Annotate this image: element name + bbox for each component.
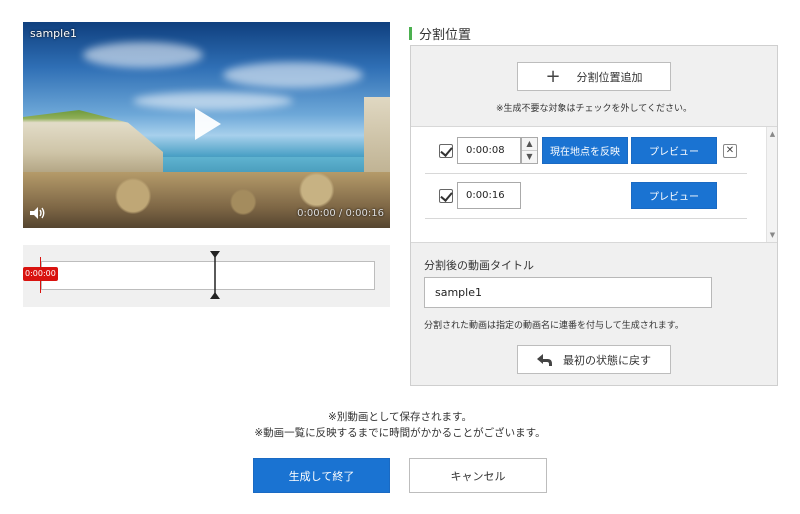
plus-icon: + [545,65,561,87]
split-time-field: 0:00:16 [457,182,521,209]
volume-icon[interactable] [29,206,47,220]
stepper-up-icon[interactable]: ▲ [522,138,537,151]
add-split-label: 分割位置追加 [576,70,643,84]
timeline-track[interactable] [41,261,375,290]
generate-and-finish-button[interactable]: 生成して終了 [253,458,390,493]
split-checkbox[interactable] [439,144,453,158]
reset-button[interactable]: 最初の状態に戻す [517,345,671,374]
uncheck-note: ※生成不要な対象はチェックを外してください。 [495,104,692,114]
scroll-down-icon[interactable]: ▼ [767,230,778,240]
heading-accent-bar [409,27,412,40]
preview-button[interactable]: プレビュー [631,182,717,209]
row-divider [425,218,747,219]
title-input[interactable] [424,277,712,308]
timeline[interactable]: 0:00:00 [23,245,390,307]
split-list: 0:00:08 ▲ ▼ 現在地点を反映 プレビュー ✕ 0:00:16 プレビュ… [411,126,777,243]
video-rocks [23,172,390,228]
reflect-current-button[interactable]: 現在地点を反映 [542,137,628,164]
footer-note-line: ※動画一覧に反映するまでに時間がかかることがございます。 [254,427,546,439]
split-panel: + 分割位置追加 ※生成不要な対象はチェックを外してください。 0:00:08 … [410,45,778,386]
title-note: 分割された動画は指定の動画名に連番を付与して生成されます。 [424,321,684,331]
split-section-heading: 分割位置 [409,24,471,43]
split-time-field[interactable]: 0:00:08 [457,137,521,164]
footer-note-line: ※別動画として保存されます。 [328,411,472,423]
video-label: sample1 [30,27,77,40]
preview-button[interactable]: プレビュー [631,137,717,164]
sky-decoration [83,42,203,68]
time-stepper[interactable]: ▲ ▼ [521,137,538,164]
split-row: 0:00:16 プレビュー [411,173,766,219]
list-scrollbar[interactable]: ▲ ▼ [766,127,777,242]
add-split-button[interactable]: + 分割位置追加 [517,62,671,91]
video-player[interactable]: sample1 0:00:00 / 0:00:16 [23,22,390,228]
reset-label: 最初の状態に戻す [563,353,651,367]
sky-decoration [223,62,363,88]
scroll-up-icon[interactable]: ▲ [767,129,778,139]
title-field-label: 分割後の動画タイトル [424,259,534,272]
split-row: 0:00:08 ▲ ▼ 現在地点を反映 プレビュー ✕ [411,127,766,174]
close-icon[interactable]: ✕ [723,144,737,158]
split-checkbox[interactable] [439,189,453,203]
stepper-down-icon[interactable]: ▼ [522,151,537,164]
playhead-timecode: 0:00:00 [23,267,58,281]
undo-icon [537,353,552,366]
play-icon[interactable] [193,106,223,142]
footer-note: ※別動画として保存されます。 ※動画一覧に反映するまでに時間がかかることがござい… [0,409,800,441]
video-cliff [23,110,163,180]
cancel-button[interactable]: キャンセル [409,458,547,493]
split-marker-handle[interactable] [210,251,220,299]
video-time: 0:00:00 / 0:00:16 [297,208,384,219]
split-heading-text: 分割位置 [419,28,472,43]
